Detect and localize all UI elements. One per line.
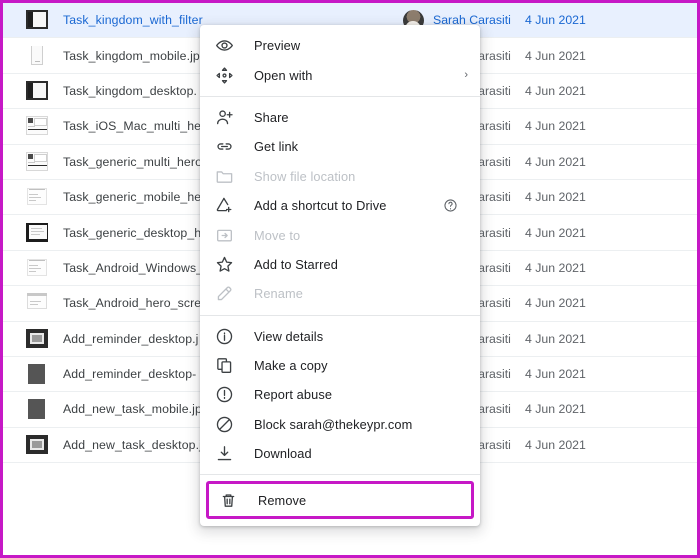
menu-separator	[200, 95, 480, 97]
screenshot-faint-icon	[25, 187, 49, 207]
screenshot-dark-window-icon	[25, 434, 49, 455]
chevron-right-icon: ›	[464, 68, 468, 81]
file-modified-date: 4 Jun 2021	[525, 225, 586, 240]
file-modified-date: 4 Jun 2021	[525, 83, 586, 98]
link-icon	[214, 137, 234, 157]
help-icon[interactable]	[443, 198, 458, 213]
file-modified-date: 4 Jun 2021	[525, 402, 586, 417]
pencil-icon	[214, 284, 234, 304]
menu-item-open-with[interactable]: Open with ›	[200, 60, 480, 89]
menu-item-report-abuse[interactable]: Report abuse	[200, 380, 480, 409]
file-modified-date: 4 Jun 2021	[525, 331, 586, 346]
menu-item-label: Rename	[254, 286, 303, 302]
menu-item-label: Report abuse	[254, 387, 333, 403]
menu-item-label: View details	[254, 328, 324, 344]
file-modified-date: 4 Jun 2021	[525, 154, 586, 169]
file-modified-date: 4 Jun 2021	[525, 119, 586, 134]
screenshot-dark-sidebar-icon	[25, 80, 49, 101]
screenshot-frame: Task_kingdom_with_filter Sarah Carasiti 4 …	[0, 0, 700, 558]
file-modified-date: 4 Jun 2021	[525, 437, 586, 452]
screenshot-solid-grey-icon	[25, 399, 49, 420]
screenshot-multi-light-icon	[25, 151, 49, 172]
trash-icon	[218, 490, 238, 510]
screenshot-dark-sidebar-icon	[25, 10, 49, 30]
menu-item-share[interactable]: Share	[200, 103, 480, 132]
open-with-icon	[214, 65, 234, 85]
menu-item-label: Make a copy	[254, 358, 328, 374]
star-icon	[214, 254, 234, 274]
shortcut-icon	[214, 196, 234, 216]
download-icon	[214, 444, 234, 464]
menu-item-label: Share	[254, 109, 289, 125]
screenshot-dark-window-icon	[25, 328, 49, 349]
menu-item-add-a-shortcut-to-drive[interactable]: Add a shortcut to Drive	[200, 191, 480, 220]
menu-item-label: Download	[254, 446, 312, 462]
file-modified-date: 4 Jun 2021	[525, 13, 586, 28]
file-modified-date: 4 Jun 2021	[525, 296, 586, 311]
file-modified-date: 4 Jun 2021	[525, 190, 586, 205]
screenshot-multi-light-icon	[25, 116, 49, 136]
menu-item-label: Add a shortcut to Drive	[254, 198, 387, 214]
menu-item-remove[interactable]: Remove	[209, 484, 471, 516]
move-to-icon	[214, 225, 234, 245]
menu-item-preview[interactable]: Preview	[200, 31, 480, 60]
menu-item-label: Block sarah@thekeypr.com	[254, 416, 413, 432]
menu-item-label: Show file location	[254, 168, 356, 184]
menu-item-make-a-copy[interactable]: Make a copy	[200, 351, 480, 380]
screenshot-solid-grey-icon	[25, 364, 49, 385]
menu-item-view-details[interactable]: View details	[200, 322, 480, 351]
block-icon	[214, 414, 234, 434]
menu-separator	[200, 474, 480, 476]
menu-item-rename: Rename	[200, 279, 480, 308]
person-add-icon	[214, 107, 234, 127]
eye-icon	[214, 36, 234, 56]
menu-item-label: Add to Starred	[254, 256, 338, 272]
screenshot-faint-top-icon	[25, 293, 49, 313]
menu-item-label: Open with	[254, 67, 313, 83]
menu-item-label: Get link	[254, 139, 299, 155]
folder-icon	[214, 166, 234, 186]
menu-item-label: Remove	[258, 492, 307, 508]
file-modified-date: 4 Jun 2021	[525, 48, 586, 63]
file-context-menu[interactable]: Preview Open with › Share Get link Show file …	[200, 25, 480, 527]
warning-icon	[214, 385, 234, 405]
menu-item-show-file-location: Show file location	[200, 162, 480, 191]
menu-item-label: Preview	[254, 38, 301, 54]
screenshot-dark-frame-icon	[25, 222, 49, 243]
file-modified-date: 4 Jun 2021	[525, 260, 586, 275]
screenshot-mobile-light-icon	[25, 45, 49, 66]
menu-item-download[interactable]: Download	[200, 439, 480, 468]
menu-item-add-to-starred[interactable]: Add to Starred	[200, 250, 480, 279]
remove-highlight-box: Remove	[206, 481, 474, 520]
menu-item-get-link[interactable]: Get link	[200, 132, 480, 161]
menu-separator	[200, 314, 480, 316]
info-icon	[214, 326, 234, 346]
screenshot-faint-icon	[25, 258, 49, 278]
menu-item-move-to: Move to	[200, 220, 480, 249]
copy-icon	[214, 356, 234, 376]
file-modified-date: 4 Jun 2021	[525, 367, 586, 382]
menu-item-block-sarah-thekeypr-com[interactable]: Block sarah@thekeypr.com	[200, 410, 480, 439]
menu-item-label: Move to	[254, 227, 301, 243]
